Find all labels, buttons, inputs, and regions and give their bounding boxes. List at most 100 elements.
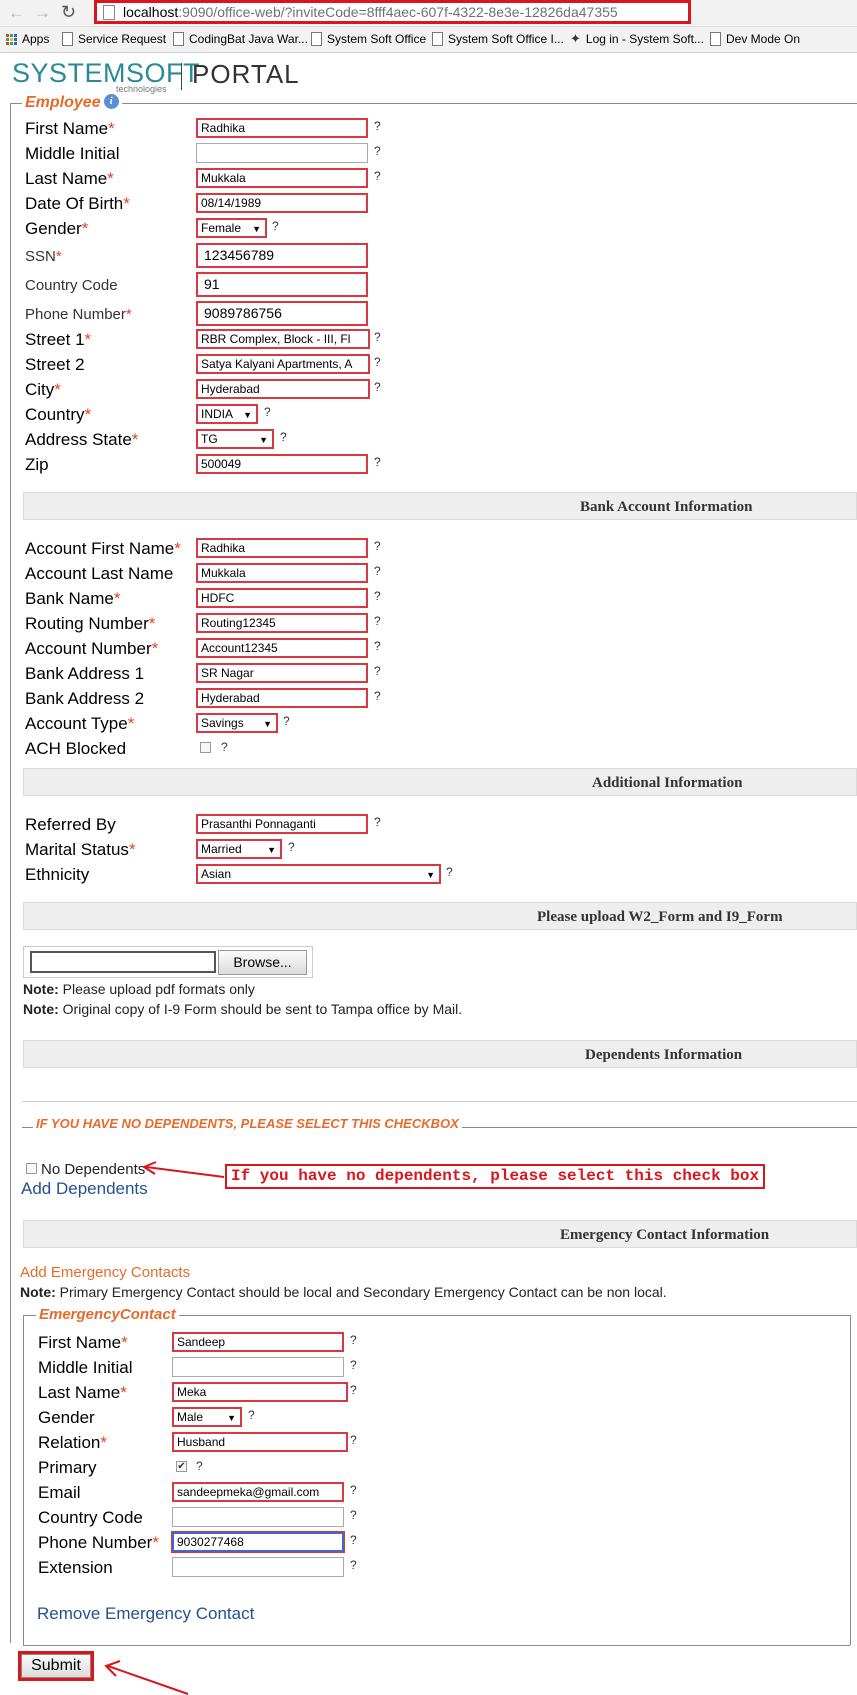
gender-select[interactable]: Female ▼ [196, 218, 267, 238]
street-1-input[interactable]: RBR Complex, Block - III, Fl [196, 329, 370, 349]
bookmark-dev-mode[interactable]: Dev Mode On [710, 27, 800, 51]
date-of-birth-input[interactable]: 08/14/1989 [196, 193, 368, 213]
help-icon[interactable]: ? [264, 405, 271, 419]
country-select[interactable]: INDIA ▼ [196, 404, 258, 424]
bookmark-page-icon [173, 32, 184, 46]
last-name-input[interactable]: Mukkala [196, 168, 368, 188]
help-icon[interactable]: ? [350, 1333, 357, 1347]
submit-button[interactable]: Submit [21, 1654, 91, 1678]
browse-button[interactable]: Browse... [218, 950, 307, 975]
help-icon[interactable]: ? [374, 119, 381, 133]
help-icon[interactable]: ? [374, 589, 381, 603]
bookmark-service-request[interactable]: Service Request [62, 27, 166, 51]
help-icon[interactable]: ? [280, 430, 287, 444]
forward-icon[interactable]: → [34, 3, 51, 23]
label-address-state: Address State* [25, 430, 139, 449]
help-icon[interactable]: ? [374, 564, 381, 578]
bookmark-apps[interactable]: Apps [6, 27, 49, 51]
help-icon[interactable]: ? [248, 1408, 255, 1422]
chevron-down-icon: ▼ [263, 719, 272, 729]
routing-number-input[interactable]: Routing12345 [196, 613, 368, 633]
dependents-divider [22, 1101, 857, 1102]
help-icon[interactable]: ? [374, 169, 381, 183]
bookmark-page-icon [62, 32, 73, 46]
bookmark-login[interactable]: ✦ Log in - System Soft... [570, 27, 704, 51]
middle-initial-input[interactable] [196, 143, 368, 163]
back-icon[interactable]: ← [8, 3, 25, 23]
upload-section-title: Please upload W2_Form and I9_Form [537, 909, 783, 925]
help-icon[interactable]: ? [374, 664, 381, 678]
remove-emergency-contact-link[interactable]: Remove Emergency Contact [37, 1604, 254, 1624]
ec-extension-input[interactable] [172, 1557, 344, 1577]
city-input[interactable]: Hyderabad [196, 379, 370, 399]
street-2-input[interactable]: Satya Kalyani Apartments, A [196, 354, 370, 374]
country-code-input[interactable]: 91 [196, 272, 368, 297]
help-icon[interactable]: ? [350, 1358, 357, 1372]
ec-primary-checkbox[interactable]: ✔ [176, 1461, 187, 1472]
help-icon[interactable]: ? [374, 614, 381, 628]
help-icon[interactable]: ? [374, 815, 381, 829]
file-path-input[interactable] [30, 951, 216, 973]
account-type-select[interactable]: Savings ▼ [196, 713, 278, 733]
account-first-name-input[interactable]: Radhika [196, 538, 368, 558]
ssn-input[interactable]: 123456789 [196, 243, 368, 268]
ethnicity-select[interactable]: Asian ▼ [196, 864, 441, 884]
add-dependents-link[interactable]: Add Dependents [21, 1179, 148, 1199]
help-icon[interactable]: ? [288, 840, 295, 854]
help-icon[interactable]: ? [221, 740, 228, 754]
bookmark-codingbat[interactable]: CodingBat Java War... [173, 27, 308, 51]
phone-number-input[interactable]: 9089786756 [196, 301, 368, 326]
ec-country-code-input[interactable] [172, 1507, 344, 1527]
ec-gender-select[interactable]: Male ▼ [172, 1407, 242, 1427]
reload-icon[interactable]: ↻ [61, 2, 76, 23]
emergency-fieldset-left [23, 1315, 24, 1645]
add-emergency-contacts-link[interactable]: Add Emergency Contacts [20, 1264, 190, 1281]
help-icon[interactable]: ? [350, 1508, 357, 1522]
help-icon[interactable]: ? [350, 1533, 357, 1547]
bank-address-1-input[interactable]: SR Nagar [196, 663, 368, 683]
label-referred-by: Referred By [25, 815, 116, 834]
bookmark-system-soft-office-i[interactable]: System Soft Office I... [432, 27, 564, 51]
help-icon[interactable]: ? [350, 1558, 357, 1572]
ec-first-name-input[interactable]: Sandeep [172, 1332, 344, 1352]
help-icon[interactable]: ? [196, 1459, 203, 1473]
account-last-name-input[interactable]: Mukkala [196, 563, 368, 583]
submit-callout-arrow [104, 1660, 189, 1695]
bank-address-2-input[interactable]: Hyderabad [196, 688, 368, 708]
bookmark-system-soft-office[interactable]: System Soft Office [311, 27, 426, 51]
help-icon[interactable]: ? [374, 689, 381, 703]
address-bar[interactable]: localhost:9090/office-web/?inviteCode=8f… [94, 0, 691, 24]
help-icon[interactable]: ? [374, 539, 381, 553]
label-account-number: Account Number* [25, 639, 159, 658]
ec-phone-number-input[interactable]: 9030277468 [171, 1531, 345, 1553]
ec-relation-input[interactable]: Husband [172, 1432, 348, 1452]
emergency-contact-legend: EmergencyContact [36, 1306, 179, 1323]
referred-by-input[interactable]: Prasanthi Ponnaganti [196, 814, 368, 834]
help-icon[interactable]: ? [374, 144, 381, 158]
label-ec-country-code: Country Code [38, 1508, 143, 1527]
zip-input[interactable]: 500049 [196, 454, 368, 474]
marital-status-select[interactable]: Married ▼ [196, 839, 282, 859]
ach-blocked-checkbox[interactable] [200, 742, 211, 753]
help-icon[interactable]: ? [283, 714, 290, 728]
account-number-input[interactable]: Account12345 [196, 638, 368, 658]
help-icon[interactable]: ? [446, 865, 453, 879]
ec-last-name-input[interactable]: Meka [172, 1382, 348, 1402]
bank-name-input[interactable]: HDFC [196, 588, 368, 608]
ec-middle-initial-input[interactable] [172, 1357, 344, 1377]
first-name-input[interactable]: Radhika [196, 118, 368, 138]
address-state-select[interactable]: TG ▼ [196, 429, 274, 449]
help-icon[interactable]: ? [272, 219, 279, 233]
info-icon[interactable]: i [103, 94, 119, 109]
no-dependents-checkbox[interactable] [26, 1163, 37, 1174]
help-icon[interactable]: ? [350, 1433, 357, 1447]
help-icon[interactable]: ? [374, 330, 381, 344]
help-icon[interactable]: ? [350, 1383, 357, 1397]
help-icon[interactable]: ? [350, 1483, 357, 1497]
help-icon[interactable]: ? [374, 639, 381, 653]
no-dependents-label: No Dependents [41, 1161, 146, 1178]
help-icon[interactable]: ? [374, 355, 381, 369]
ec-email-input[interactable]: sandeepmeka@gmail.com [172, 1482, 344, 1502]
help-icon[interactable]: ? [374, 455, 381, 469]
help-icon[interactable]: ? [374, 380, 381, 394]
